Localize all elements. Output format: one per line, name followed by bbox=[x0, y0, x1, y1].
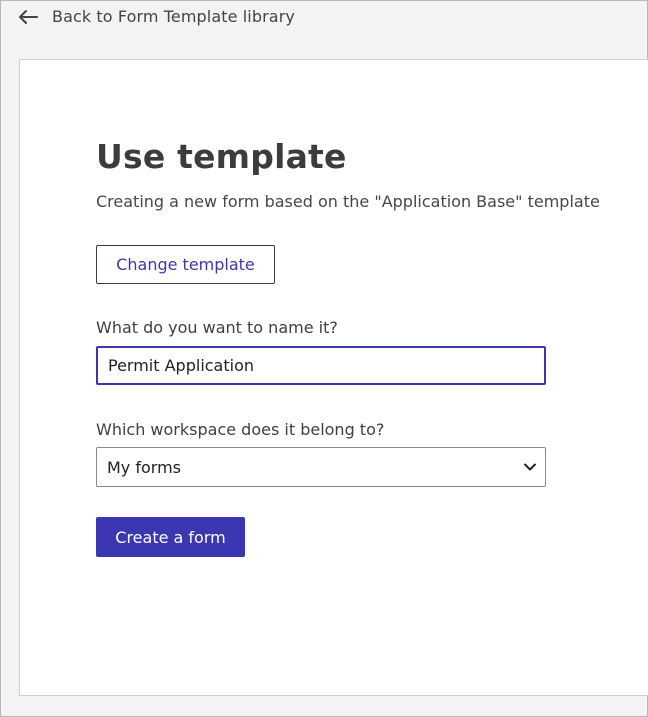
chevron-down-icon bbox=[524, 463, 536, 471]
create-form-button[interactable]: Create a form bbox=[96, 517, 245, 557]
page-title: Use template bbox=[96, 137, 347, 176]
back-to-library-link[interactable]: Back to Form Template library bbox=[18, 7, 295, 26]
page-subtitle: Creating a new form based on the "Applic… bbox=[96, 192, 600, 211]
change-template-button[interactable]: Change template bbox=[96, 245, 275, 284]
workspace-selected-value: My forms bbox=[107, 457, 181, 477]
form-name-label: What do you want to name it? bbox=[96, 318, 338, 337]
use-template-card: Use template Creating a new form based o… bbox=[19, 59, 648, 696]
workspace-select[interactable]: My forms bbox=[96, 447, 546, 487]
arrow-left-icon bbox=[19, 9, 38, 24]
form-name-input[interactable] bbox=[96, 346, 546, 385]
back-link-label: Back to Form Template library bbox=[52, 7, 295, 26]
workspace-label: Which workspace does it belong to? bbox=[96, 420, 385, 439]
